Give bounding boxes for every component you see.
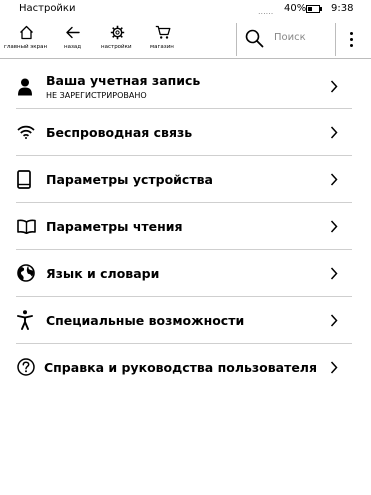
battery-tip (320, 7, 322, 11)
search-field[interactable]: Поиск (237, 21, 335, 58)
settings-item-account[interactable]: Ваша учетная запись НЕ ЗАРЕГИСТРИРОВАНО (16, 62, 352, 109)
settings-label: настройки (101, 44, 132, 50)
more-menu-button[interactable] (344, 29, 360, 49)
more-dot (350, 32, 353, 35)
store-label: магазин (150, 44, 174, 50)
settings-item-language-label: Язык и словари (46, 266, 160, 281)
globe-icon (17, 264, 35, 282)
accessibility-icon (17, 310, 33, 330)
clock: 9:38 (331, 3, 354, 14)
chevron-right-icon (330, 220, 338, 233)
back-label: назад (64, 44, 82, 50)
settings-item-language[interactable]: Язык и словари (16, 250, 352, 297)
search-icon (245, 29, 264, 48)
chevron-right-icon (330, 173, 338, 186)
store-button[interactable]: магазин (144, 21, 184, 58)
chevron-right-icon (330, 267, 338, 280)
person-icon (18, 78, 32, 96)
question-circle-icon (17, 358, 35, 376)
cart-icon (155, 25, 171, 39)
signal-dots: ...... (258, 7, 274, 16)
settings-item-account-label: Ваша учетная запись (46, 73, 201, 88)
status-bar: Настройки ...... 40% 9:38 (0, 0, 371, 20)
battery-icon (306, 5, 320, 13)
home-button[interactable]: главный экран (0, 21, 52, 58)
settings-button[interactable]: настройки (96, 21, 140, 58)
settings-item-device-label: Параметры устройства (46, 172, 213, 187)
device-icon (17, 170, 31, 189)
toolbar: главный экран назад настройки магазин По… (0, 21, 371, 59)
chevron-right-icon (330, 314, 338, 327)
settings-item-accessibility-label: Специальные возможности (46, 313, 245, 328)
gear-icon (110, 25, 125, 40)
arrow-left-icon (66, 26, 80, 39)
status-title: Настройки (19, 3, 76, 14)
book-icon (17, 219, 36, 234)
more-dot (350, 38, 353, 41)
settings-item-help-label: Справка и руководства пользователя (44, 360, 317, 375)
wifi-icon (17, 125, 35, 139)
account-status: НЕ ЗАРЕГИСТРИРОВАНО (46, 91, 147, 100)
battery-percent: 40% (284, 3, 307, 14)
settings-item-help[interactable]: Справка и руководства пользователя (16, 344, 352, 391)
settings-item-wireless-label: Беспроводная связь (46, 125, 193, 140)
home-icon (20, 25, 33, 40)
chevron-right-icon (330, 80, 338, 93)
settings-item-reading-label: Параметры чтения (46, 219, 183, 234)
settings-item-accessibility[interactable]: Специальные возможности (16, 297, 352, 344)
settings-item-wireless[interactable]: Беспроводная связь (16, 109, 352, 156)
more-dot (350, 44, 353, 47)
back-button[interactable]: назад (52, 21, 92, 58)
settings-item-reading[interactable]: Параметры чтения (16, 203, 352, 250)
search-placeholder: Поиск (274, 32, 306, 43)
settings-item-device[interactable]: Параметры устройства (16, 156, 352, 203)
battery-level-fill (308, 7, 312, 11)
chevron-right-icon (330, 126, 338, 139)
chevron-right-icon (330, 361, 338, 374)
toolbar-divider (335, 23, 336, 56)
home-label: главный экран (4, 44, 48, 50)
